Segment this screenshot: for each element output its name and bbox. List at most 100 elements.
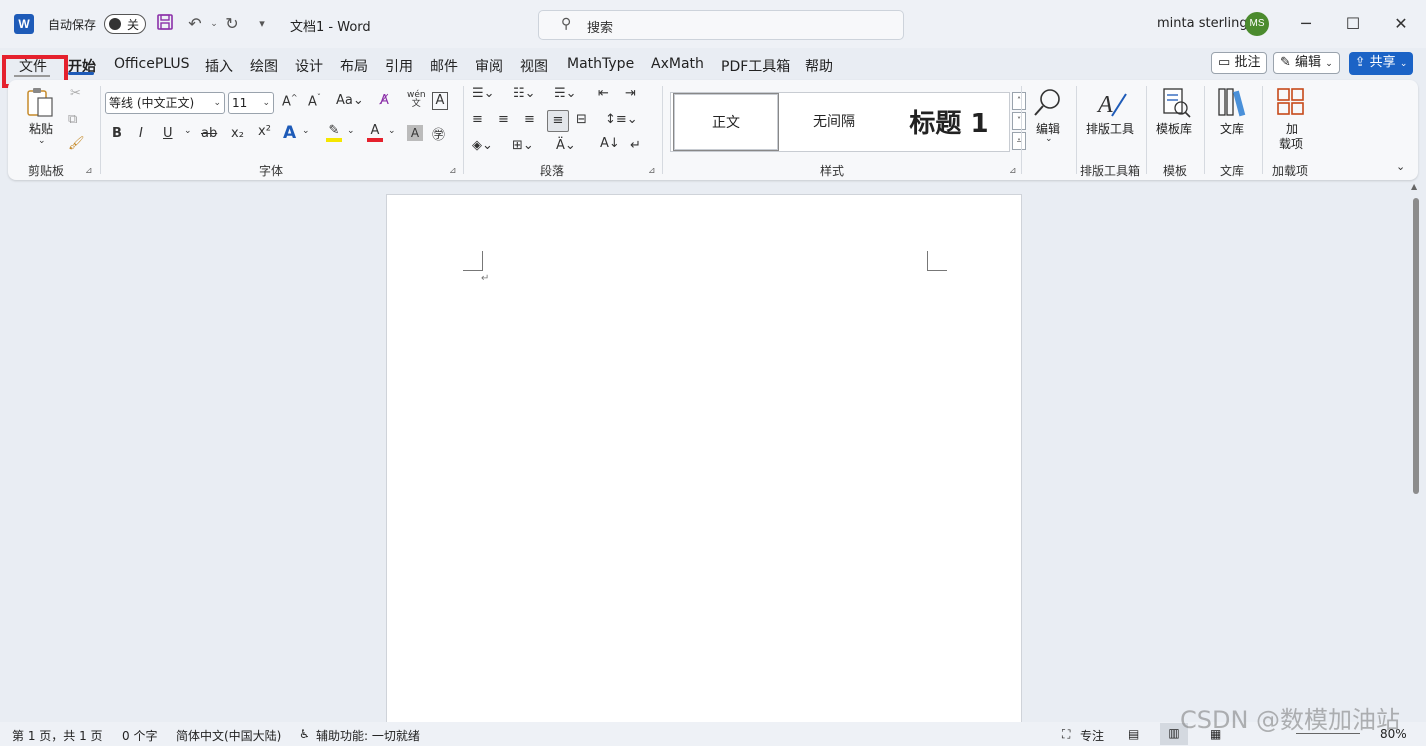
style-no-spacing[interactable]: 无间隔 <box>781 93 887 151</box>
styles-scroll[interactable]: ˄ ˅ ⩡ <box>1012 92 1026 152</box>
tab-draw[interactable]: 绘图 <box>250 56 278 76</box>
sort-icon[interactable]: A↓ <box>600 136 620 151</box>
dialog-launcher-icon[interactable]: ⊿ <box>648 166 656 176</box>
dialog-launcher-icon[interactable]: ⊿ <box>85 166 93 176</box>
accessibility-status[interactable]: 辅助功能: 一切就绪 <box>316 727 420 744</box>
tab-mailings[interactable]: 邮件 <box>430 56 458 76</box>
multilevel-list-icon[interactable]: ☴⌄ <box>554 86 577 101</box>
superscript-button[interactable]: x² <box>258 124 271 139</box>
tab-design[interactable]: 设计 <box>295 56 323 76</box>
font-name-select[interactable]: 等线 (中文正文) ⌄ <box>105 92 225 114</box>
tab-review[interactable]: 审阅 <box>475 56 503 76</box>
copy-icon[interactable]: ⧉ <box>68 112 77 127</box>
style-heading-1[interactable]: 标题 1 <box>889 93 1009 151</box>
highlight-icon[interactable]: ✎ <box>326 123 342 142</box>
search-box[interactable]: ⚲ 搜索 <box>538 10 904 40</box>
align-left-icon[interactable]: ≡ <box>472 112 483 127</box>
align-right-icon[interactable]: ≡ <box>524 112 535 127</box>
bold-button[interactable]: B <box>112 126 122 141</box>
tab-view[interactable]: 视图 <box>520 56 548 76</box>
chevron-down-icon[interactable]: ⌄ <box>184 126 192 136</box>
tab-layout[interactable]: 布局 <box>340 56 368 76</box>
align-center-icon[interactable]: ≡ <box>498 112 509 127</box>
user-name[interactable]: minta sterling <box>1157 16 1248 31</box>
justify-icon[interactable]: ≡ <box>547 110 569 132</box>
maximize-button[interactable]: ☐ <box>1333 10 1373 38</box>
grow-font-icon[interactable]: A^ <box>282 93 298 109</box>
style-heading-1-label: 标题 1 <box>909 109 989 139</box>
chevron-down-icon[interactable]: ⌄ <box>302 126 310 136</box>
distributed-icon[interactable]: ⊟ <box>576 112 587 127</box>
line-spacing-icon[interactable]: ↕≡⌄ <box>605 112 638 127</box>
clear-formatting-icon[interactable]: A̸ <box>380 93 389 108</box>
bullets-icon[interactable]: ☰⌄ <box>472 86 495 101</box>
save-icon[interactable] <box>155 13 175 35</box>
language-indicator[interactable]: 简体中文(中国大陆) <box>176 727 281 744</box>
document-page[interactable]: ↵ <box>386 194 1022 726</box>
style-normal-label: 正文 <box>712 115 740 131</box>
customize-toolbar-icon[interactable]: ▾ <box>252 13 272 35</box>
tab-mathtype[interactable]: MathType <box>567 56 634 72</box>
undo-dropdown-icon[interactable]: ⌄ <box>204 13 224 35</box>
shrink-font-icon[interactable]: Aˇ <box>308 93 321 109</box>
style-normal[interactable]: 正文 <box>673 93 779 151</box>
numbering-icon[interactable]: ☷⌄ <box>513 86 536 101</box>
chevron-down-icon[interactable]: ⌄ <box>347 126 355 136</box>
autosave-toggle[interactable]: 关 <box>104 14 146 34</box>
gallery-more-icon[interactable]: ⩡ <box>1012 132 1026 150</box>
cut-icon[interactable]: ✂ <box>70 86 81 101</box>
underline-button[interactable]: U <box>163 126 173 141</box>
shading-icon[interactable]: ◈⌄ <box>472 138 493 153</box>
dialog-launcher-icon[interactable]: ⊿ <box>1009 166 1017 176</box>
dialog-launcher-icon[interactable]: ⊿ <box>449 166 457 176</box>
layout-tools-icon: A <box>1096 92 1127 118</box>
avatar[interactable]: MS <box>1245 12 1269 36</box>
font-color-icon[interactable]: A <box>367 123 383 142</box>
tab-axmath[interactable]: AxMath <box>651 56 704 72</box>
undo-icon[interactable]: ↶ <box>185 13 205 35</box>
increase-indent-icon[interactable]: ⇥ <box>625 86 636 101</box>
close-button[interactable]: ✕ <box>1381 10 1421 38</box>
collapse-ribbon-icon[interactable]: ⌄ <box>1396 160 1405 173</box>
phonetic-guide-icon[interactable]: wén 文 <box>407 91 426 109</box>
clipboard-group-label: 剪贴板 <box>28 164 65 178</box>
minimize-button[interactable]: ─ <box>1286 10 1326 38</box>
subscript-button[interactable]: x₂ <box>231 126 244 141</box>
format-painter-icon[interactable]: 🖌 <box>68 136 85 151</box>
read-mode-icon[interactable]: ▤ <box>1128 727 1139 741</box>
font-size-select[interactable]: 11 ⌄ <box>228 92 274 114</box>
focus-mode-button[interactable]: 专注 <box>1080 727 1104 744</box>
char-border-icon[interactable]: A <box>432 92 448 110</box>
edit-mode-button[interactable]: ✎ 编辑 ⌄ <box>1273 52 1340 74</box>
share-button[interactable]: ⇪ 共享 ⌄ <box>1349 52 1413 75</box>
chevron-down-icon[interactable]: ⌄ <box>388 126 396 136</box>
tab-pdf-toolbox[interactable]: PDF工具箱 <box>721 56 790 76</box>
redo-icon[interactable]: ↻ <box>222 13 242 35</box>
gallery-up-icon[interactable]: ˄ <box>1012 92 1026 110</box>
text-effects-icon[interactable]: A <box>283 123 296 143</box>
enclose-char-icon[interactable]: ㊫ <box>432 124 445 143</box>
char-shading-icon[interactable]: A <box>407 125 423 141</box>
page-count[interactable]: 第 1 页，共 1 页 <box>12 727 103 744</box>
scroll-up-icon[interactable]: ▲ <box>1411 182 1417 191</box>
layout-toolbox-group-label: 排版工具箱 <box>1080 164 1141 178</box>
comment-button[interactable]: ▭ 批注 <box>1211 52 1268 74</box>
tab-officeplus[interactable]: OfficePLUS <box>114 56 190 72</box>
borders-icon[interactable]: ⊞⌄ <box>512 138 534 153</box>
show-marks-icon[interactable]: ↵ <box>630 138 641 153</box>
divider <box>1076 86 1077 174</box>
divider <box>1262 86 1263 174</box>
tab-help[interactable]: 帮助 <box>805 56 833 76</box>
asian-layout-icon[interactable]: Ä⌄ <box>556 138 576 153</box>
word-count[interactable]: 0 个字 <box>122 727 157 744</box>
vertical-scrollbar[interactable]: ▲ <box>1409 182 1426 724</box>
tab-insert[interactable]: 插入 <box>205 56 233 76</box>
decrease-indent-icon[interactable]: ⇤ <box>598 86 609 101</box>
change-case-icon[interactable]: Aa⌄ <box>336 93 364 108</box>
share-label: 共享 <box>1369 55 1396 70</box>
scrollbar-thumb[interactable] <box>1413 198 1419 494</box>
tab-references[interactable]: 引用 <box>385 56 413 76</box>
gallery-down-icon[interactable]: ˅ <box>1012 112 1026 130</box>
strikethrough-button[interactable]: ab <box>201 126 217 141</box>
italic-button[interactable]: I <box>139 126 143 141</box>
